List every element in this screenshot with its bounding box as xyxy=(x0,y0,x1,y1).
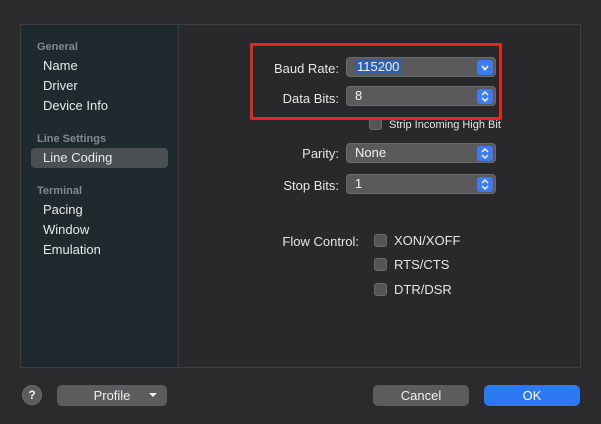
parity-value: None xyxy=(355,145,387,160)
flow-dtrdsr-label: DTR/DSR xyxy=(394,282,452,297)
sidebar-item-pacing[interactable]: Pacing xyxy=(31,200,168,220)
flow-xonxoff-option[interactable]: XON/XOFF xyxy=(374,233,460,249)
strip-high-bit-label: Strip Incoming High Bit xyxy=(389,119,501,131)
sidebar-item-line-coding[interactable]: Line Coding xyxy=(31,148,168,168)
profile-button[interactable]: Profile xyxy=(57,385,167,406)
sidebar-header-terminal: Terminal xyxy=(37,185,83,197)
updown-chevron-icon xyxy=(477,146,493,161)
flow-rtscts-option[interactable]: RTS/CTS xyxy=(374,257,449,273)
sidebar-item-device-info[interactable]: Device Info xyxy=(31,96,168,116)
flow-dtrdsr-checkbox[interactable] xyxy=(374,283,387,296)
flow-dtrdsr-option[interactable]: DTR/DSR xyxy=(374,282,452,298)
parity-popup[interactable]: None xyxy=(346,143,496,163)
flow-xonxoff-checkbox[interactable] xyxy=(374,234,387,247)
flow-rtscts-label: RTS/CTS xyxy=(394,257,450,272)
parity-label: Parity: xyxy=(302,146,339,161)
chevron-down-icon xyxy=(148,385,158,412)
profile-label: Profile xyxy=(93,388,131,403)
cancel-button[interactable]: Cancel xyxy=(373,385,469,406)
stop-bits-value: 1 xyxy=(355,176,363,191)
sidebar-item-driver[interactable]: Driver xyxy=(31,76,168,96)
sidebar-item-name[interactable]: Name xyxy=(31,56,168,76)
help-button[interactable]: ? xyxy=(22,385,42,405)
updown-chevron-icon xyxy=(477,177,493,192)
flow-control-label: Flow Control: xyxy=(282,234,359,249)
highlight-annotation-box xyxy=(250,43,502,120)
flow-rtscts-checkbox[interactable] xyxy=(374,258,387,271)
sidebar-item-emulation[interactable]: Emulation xyxy=(31,240,168,260)
sidebar: General Name Driver Device Info Line Set… xyxy=(21,25,179,367)
sidebar-item-window[interactable]: Window xyxy=(31,220,168,240)
sidebar-header-general: General xyxy=(37,41,78,53)
ok-button[interactable]: OK xyxy=(484,385,580,406)
dialog-window: General Name Driver Device Info Line Set… xyxy=(0,0,601,424)
stop-bits-label: Stop Bits: xyxy=(283,178,339,193)
flow-xonxoff-label: XON/XOFF xyxy=(394,233,461,248)
stop-bits-popup[interactable]: 1 xyxy=(346,174,496,194)
sidebar-header-line-settings: Line Settings xyxy=(37,133,107,145)
